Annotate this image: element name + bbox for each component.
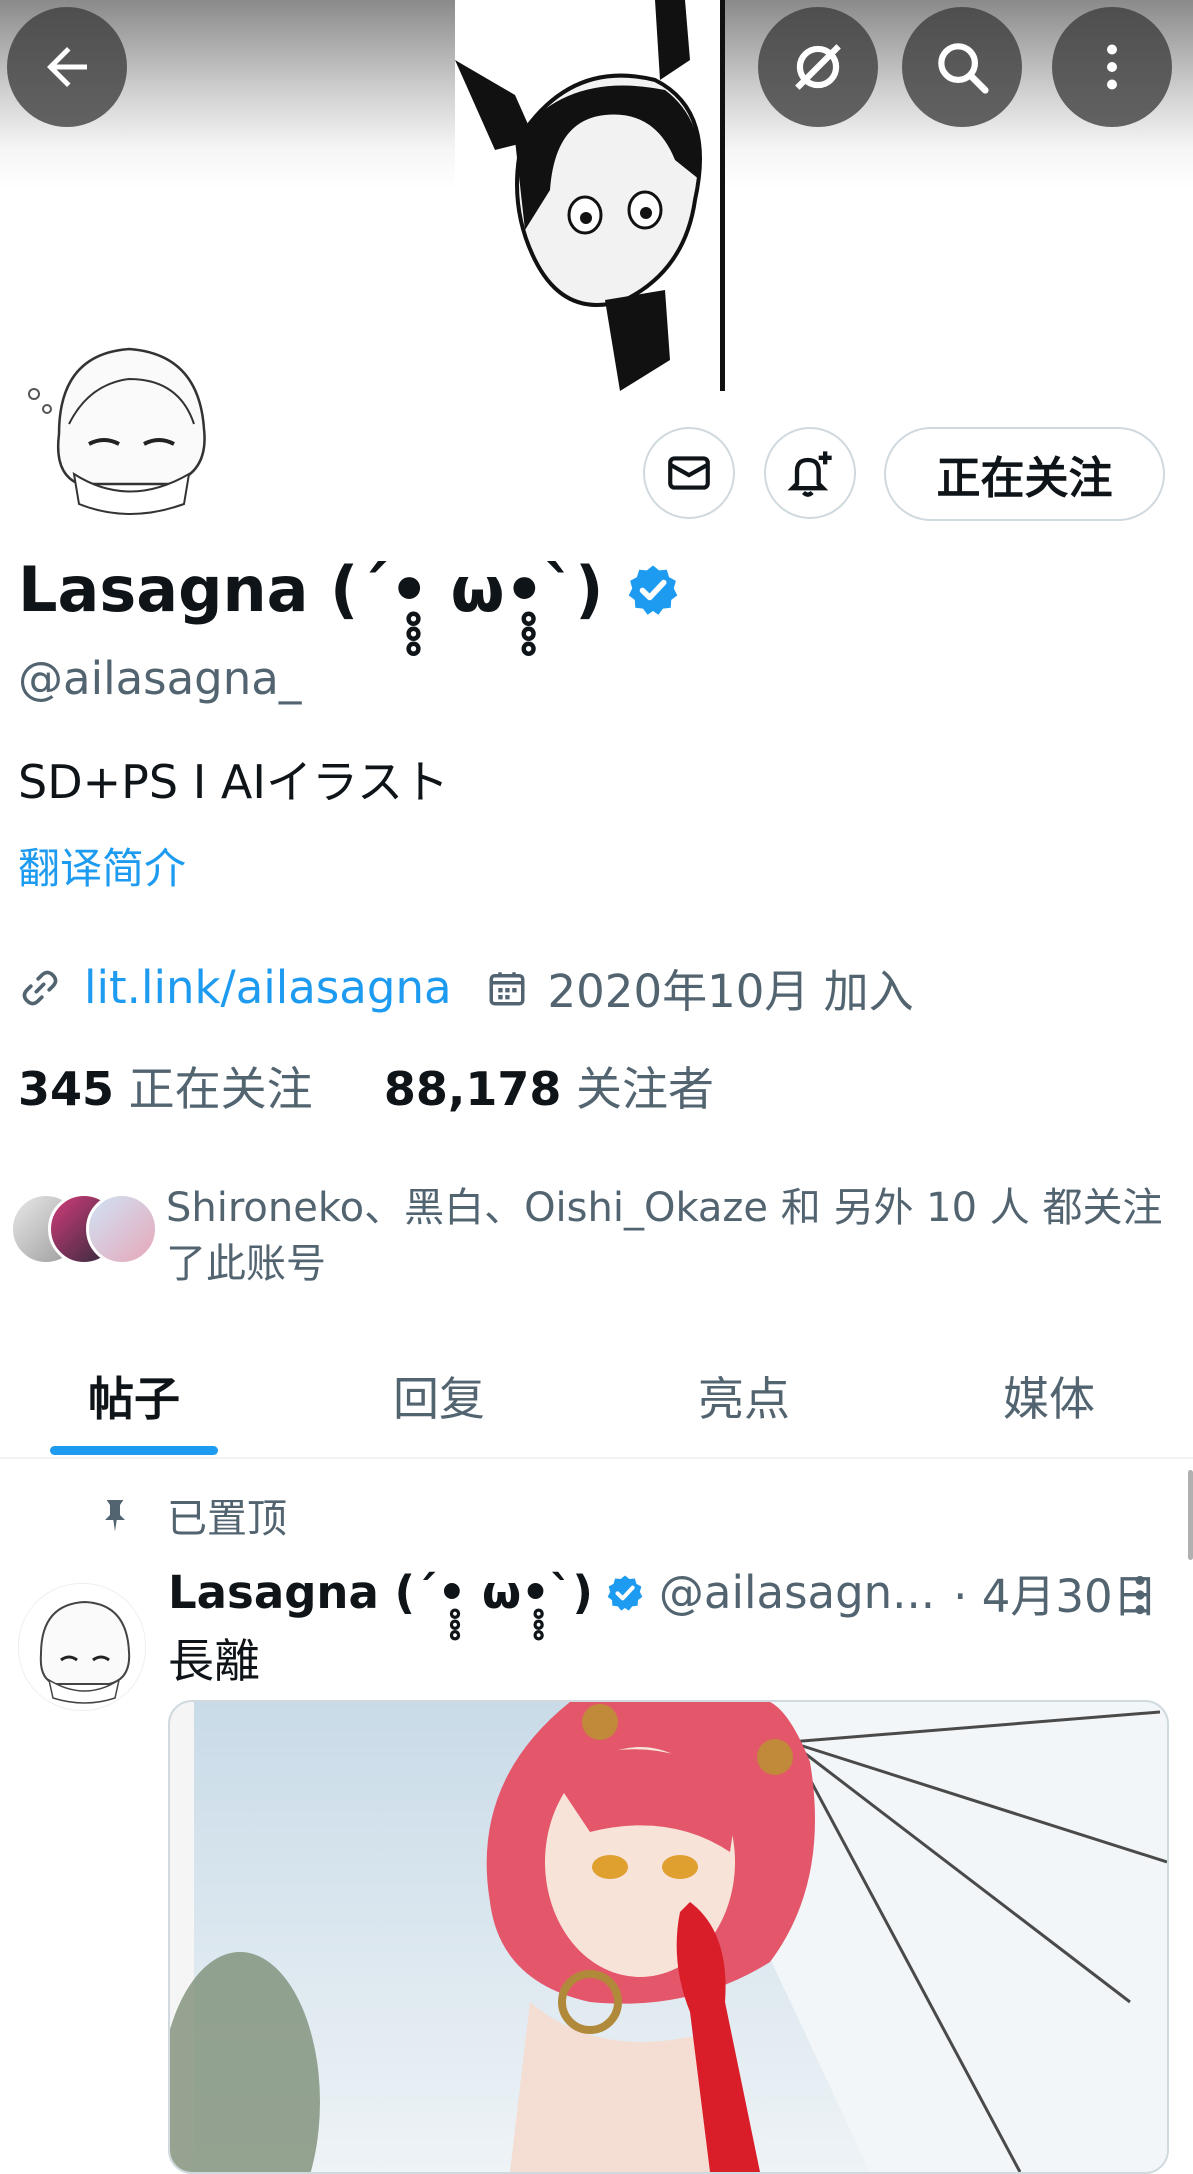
pinned-indicator: 已置顶 bbox=[95, 1486, 287, 1544]
following-label: 正在关注 bbox=[128, 1062, 313, 1116]
post-author-handle[interactable]: @ailasagn... bbox=[659, 1566, 935, 1619]
profile-meta: lit.link/ailasagna 2020年10月 加入 bbox=[18, 955, 914, 1020]
back-button[interactable] bbox=[7, 7, 127, 127]
more-vertical-icon bbox=[1107, 44, 1117, 90]
followers-label: 关注者 bbox=[576, 1062, 715, 1116]
message-button[interactable] bbox=[643, 427, 735, 519]
more-button[interactable] bbox=[1052, 7, 1172, 127]
avatar bbox=[86, 1193, 158, 1265]
notifications-button[interactable] bbox=[764, 427, 856, 519]
mutual-followers-text[interactable]: Shironeko、黑白、Oishi_Okaze 和 另外 10 人 都关注了此… bbox=[166, 1180, 1166, 1292]
calendar-icon bbox=[489, 971, 525, 1005]
following-count: 345 bbox=[18, 1062, 115, 1116]
profile-website-link[interactable]: lit.link/ailasagna bbox=[84, 961, 452, 1014]
profile-avatar[interactable] bbox=[13, 318, 233, 538]
post-media-image[interactable] bbox=[168, 1700, 1169, 2174]
avatar-illustration bbox=[19, 324, 227, 532]
arrow-left-icon bbox=[47, 47, 87, 87]
following-button[interactable]: 正在关注 bbox=[884, 427, 1165, 521]
sync-off-button[interactable] bbox=[758, 7, 878, 127]
profile-name-row: Lasagna (´•̥̥̥ ω•̥̥̥`) bbox=[18, 553, 681, 626]
join-date: 2020年10月 加入 bbox=[547, 965, 914, 1018]
banner-illustration bbox=[455, 0, 725, 391]
tab-posts[interactable]: 帖子 bbox=[50, 1363, 218, 1429]
post-author-name[interactable]: Lasagna (´•̥̥̥ ω•̥̥̥`) bbox=[168, 1566, 593, 1619]
verified-badge-icon[interactable] bbox=[625, 562, 681, 618]
post-illustration bbox=[170, 1702, 1167, 2172]
followers-stat[interactable]: 88,178 关注者 bbox=[384, 1062, 714, 1116]
following-stat[interactable]: 345 正在关注 bbox=[18, 1062, 327, 1116]
tab-highlights[interactable]: 亮点 bbox=[660, 1363, 828, 1429]
profile-handle: @ailasagna_ bbox=[18, 652, 302, 705]
translate-bio-link[interactable]: 翻译简介 bbox=[18, 835, 186, 896]
active-tab-indicator bbox=[50, 1446, 218, 1455]
profile-tabs: 帖子 回复 亮点 媒体 bbox=[0, 1345, 1193, 1459]
profile-stats: 345 正在关注 88,178 关注者 bbox=[18, 1053, 714, 1119]
tab-media[interactable]: 媒体 bbox=[965, 1363, 1133, 1429]
verified-badge-icon bbox=[607, 1575, 643, 1611]
link-icon bbox=[22, 970, 58, 1005]
post-text: 長離 bbox=[168, 1634, 260, 1688]
avatar-illustration bbox=[19, 1584, 145, 1710]
scrollbar[interactable] bbox=[1188, 1470, 1193, 1560]
bell-plus-icon bbox=[787, 451, 832, 497]
search-icon bbox=[938, 43, 989, 94]
search-button[interactable] bbox=[902, 7, 1022, 127]
followers-count: 88,178 bbox=[383, 1062, 562, 1116]
profile-name: Lasagna (´•̥̥̥ ω•̥̥̥`) bbox=[18, 553, 604, 626]
post-author-avatar[interactable] bbox=[18, 1583, 146, 1711]
pinned-label: 已置顶 bbox=[167, 1496, 287, 1542]
post-header: Lasagna (´•̥̥̥ ω•̥̥̥`) @ailasagn... · 4月… bbox=[168, 1560, 1158, 1625]
mutual-avatars[interactable] bbox=[10, 1193, 160, 1273]
tab-replies[interactable]: 回复 bbox=[355, 1363, 523, 1429]
mail-icon bbox=[668, 456, 710, 490]
post-more-icon[interactable] bbox=[1130, 1570, 1150, 1620]
no-sync-icon bbox=[795, 44, 841, 90]
profile-bio: SD+PS I AIイラスト bbox=[18, 755, 450, 809]
pin-icon bbox=[105, 1500, 125, 1532]
post-date[interactable]: · 4月30日 bbox=[953, 1560, 1158, 1625]
